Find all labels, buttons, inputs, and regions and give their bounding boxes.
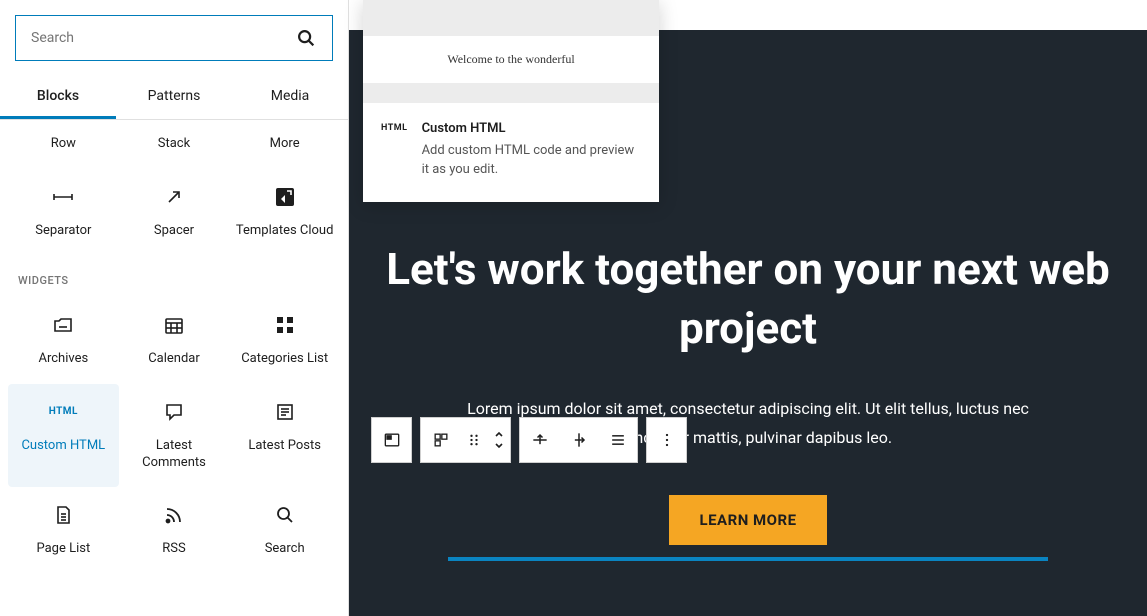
html-badge-icon: HTML: [381, 123, 408, 133]
block-latest-posts[interactable]: Latest Posts: [229, 384, 340, 488]
preview-subtitle: Add custom HTML code and preview it as y…: [422, 142, 641, 180]
search-block-icon: [273, 503, 297, 527]
tab-blocks[interactable]: Blocks: [0, 76, 116, 119]
block-page-list[interactable]: Page List: [8, 487, 119, 574]
comment-icon: [162, 400, 186, 424]
toolbar-block-type-button[interactable]: [372, 418, 411, 462]
calendar-icon: [162, 313, 186, 337]
toolbar-drag-handle[interactable]: [460, 418, 488, 462]
block-calendar[interactable]: Calendar: [119, 297, 230, 384]
html-icon: HTML: [51, 400, 75, 424]
block-rss[interactable]: RSS: [119, 487, 230, 574]
latest-posts-icon: [273, 400, 297, 424]
tab-patterns[interactable]: Patterns: [116, 76, 232, 119]
page-list-icon: [51, 503, 75, 527]
widgets-header: WIDGETS: [0, 256, 348, 297]
block-spacer[interactable]: Spacer: [119, 169, 230, 256]
categories-icon: [273, 313, 297, 337]
search-box[interactable]: [15, 15, 333, 61]
learn-more-button[interactable]: LEARN MORE: [669, 495, 826, 545]
block-more[interactable]: More: [229, 120, 340, 169]
block-preview-panel: Welcome to the wonderful HTML Custom HTM…: [363, 0, 659, 202]
block-row[interactable]: Row: [8, 120, 119, 169]
block-categories-list[interactable]: Categories List: [229, 297, 340, 384]
templates-cloud-icon: [273, 185, 297, 209]
rss-icon: [162, 503, 186, 527]
block-separator[interactable]: Separator: [8, 169, 119, 256]
block-toolbar: [371, 417, 687, 463]
toolbar-move-up[interactable]: [494, 429, 504, 439]
toolbar-move-down[interactable]: [494, 441, 504, 451]
toolbar-more-options-button[interactable]: [647, 418, 686, 462]
block-custom-html[interactable]: HTML Custom HTML: [8, 384, 119, 488]
tab-media[interactable]: Media: [232, 76, 348, 119]
preview-description: HTML Custom HTML Add custom HTML code an…: [363, 103, 659, 202]
toolbar-group-button[interactable]: [421, 418, 460, 462]
toolbar-align-vertical-button[interactable]: [559, 418, 598, 462]
block-latest-comments[interactable]: Latest Comments: [119, 384, 230, 488]
block-stack[interactable]: Stack: [119, 120, 230, 169]
spacer-icon: [162, 185, 186, 209]
toolbar-align-horizontal-button[interactable]: [520, 418, 559, 462]
blocks-scroll-area[interactable]: Row Stack More Separator Spacer Template…: [0, 120, 348, 616]
preview-title: Custom HTML: [422, 121, 641, 136]
archives-icon: [51, 313, 75, 337]
preview-bar-mid: [363, 83, 659, 103]
inserter-tabs: Blocks Patterns Media: [0, 76, 348, 120]
toolbar-justify-button[interactable]: [598, 418, 637, 462]
hero-divider: [448, 557, 1048, 561]
search-input[interactable]: [31, 30, 295, 46]
block-templates-cloud[interactable]: Templates Cloud: [229, 169, 340, 256]
search-container: [0, 0, 348, 76]
preview-sample-text: Welcome to the wonderful: [363, 36, 659, 83]
block-inserter-sidebar: Blocks Patterns Media Row Stack More Sep…: [0, 0, 349, 616]
block-search[interactable]: Search: [229, 487, 340, 574]
toolbar-move-arrows: [488, 429, 510, 451]
preview-bar-top: [363, 0, 659, 36]
hero-title[interactable]: Let's work together on your next web pro…: [358, 240, 1138, 359]
separator-icon: [51, 185, 75, 209]
search-icon: [295, 27, 317, 49]
block-archives[interactable]: Archives: [8, 297, 119, 384]
editor-canvas: Let's work together on your next web pro…: [349, 0, 1147, 616]
